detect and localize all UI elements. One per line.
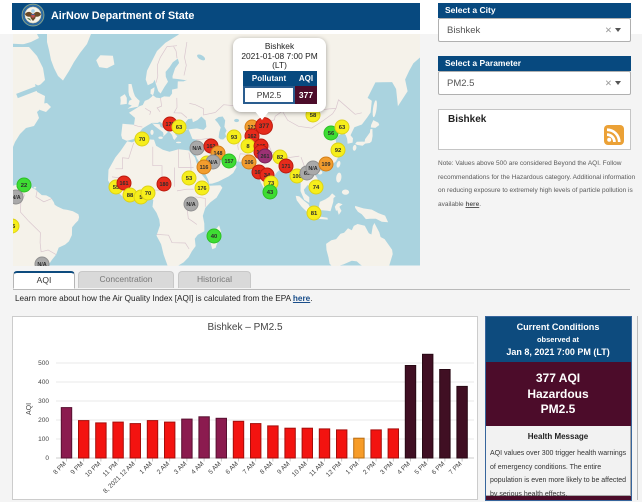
svg-text:63: 63 (176, 125, 183, 131)
svg-text:4 PM: 4 PM (396, 460, 412, 476)
svg-text:58: 58 (310, 113, 317, 119)
svg-text:56: 56 (328, 131, 335, 137)
svg-text:300: 300 (38, 398, 49, 405)
svg-text:180: 180 (160, 182, 169, 188)
svg-text:93: 93 (231, 135, 238, 141)
svg-text:6 AM: 6 AM (224, 460, 239, 475)
svg-text:81: 81 (311, 211, 318, 217)
svg-text:40: 40 (211, 234, 218, 240)
svg-text:161: 161 (120, 181, 129, 187)
svg-text:Bishkek – PM2.5: Bishkek – PM2.5 (207, 322, 282, 333)
svg-text:22: 22 (21, 183, 28, 189)
svg-text:N/A: N/A (308, 166, 317, 172)
svg-text:0: 0 (45, 455, 49, 462)
svg-text:74: 74 (313, 185, 320, 191)
svg-text:4 AM: 4 AM (190, 460, 205, 475)
svg-text:N/A: N/A (37, 262, 46, 266)
svg-text:12 PM: 12 PM (325, 460, 343, 478)
svg-text:N/A: N/A (192, 146, 201, 152)
svg-text:171: 171 (282, 164, 291, 170)
svg-text:7 PM: 7 PM (448, 460, 464, 476)
svg-text:10 PM: 10 PM (84, 460, 102, 478)
svg-text:100: 100 (38, 436, 49, 443)
svg-text:1 PM: 1 PM (345, 460, 361, 476)
svg-text:AQI: AQI (26, 403, 33, 415)
svg-text:200: 200 (38, 417, 49, 424)
svg-text:8, 2021 12 AM: 8, 2021 12 AM (102, 460, 137, 495)
svg-text:92: 92 (335, 148, 342, 154)
svg-text:400: 400 (38, 379, 49, 386)
svg-text:261: 261 (261, 154, 270, 160)
svg-text:8 AM: 8 AM (259, 460, 274, 475)
svg-text:1 AM: 1 AM (138, 460, 153, 475)
svg-text:10 AM: 10 AM (291, 460, 309, 478)
svg-text:70: 70 (145, 191, 152, 197)
svg-text:11 AM: 11 AM (308, 460, 326, 478)
svg-text:106: 106 (245, 160, 254, 166)
svg-text:63: 63 (339, 125, 346, 131)
svg-text:116: 116 (200, 165, 209, 171)
svg-text:88: 88 (127, 193, 134, 199)
svg-text:157: 157 (225, 159, 234, 165)
svg-text:9 AM: 9 AM (276, 460, 291, 475)
svg-text:2 PM: 2 PM (362, 460, 378, 476)
svg-text:2 AM: 2 AM (156, 460, 171, 475)
svg-text:500: 500 (38, 360, 49, 367)
svg-text:43: 43 (267, 190, 274, 196)
svg-text:5 AM: 5 AM (207, 460, 222, 475)
svg-text:377: 377 (259, 123, 270, 130)
svg-text:N/A: N/A (186, 202, 195, 208)
svg-text:3 AM: 3 AM (173, 460, 188, 475)
svg-text:6 PM: 6 PM (431, 460, 447, 476)
svg-text:8 PM: 8 PM (52, 460, 68, 476)
svg-text:53: 53 (186, 176, 193, 182)
svg-text:N/A: N/A (13, 195, 21, 201)
svg-text:7 AM: 7 AM (242, 460, 257, 475)
svg-text:176: 176 (198, 186, 207, 192)
svg-text:70: 70 (139, 137, 146, 143)
svg-text:5 PM: 5 PM (413, 460, 429, 476)
svg-text:3 PM: 3 PM (379, 460, 395, 476)
svg-text:109: 109 (322, 162, 331, 168)
